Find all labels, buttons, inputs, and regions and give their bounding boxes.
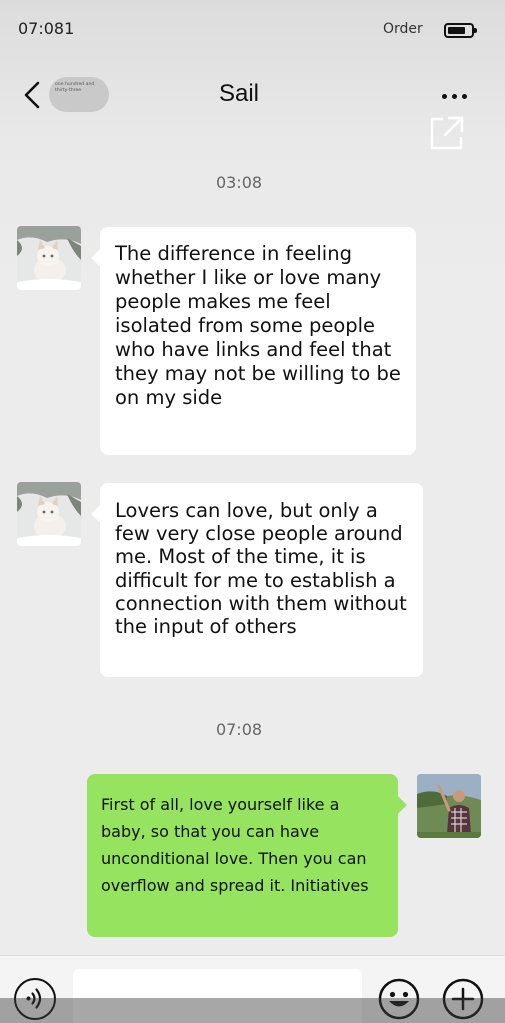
home-indicator-area [0,998,505,1023]
more-button[interactable] [436,86,476,106]
status-carrier: Order [383,21,423,37]
message-text: Lovers can love, but only a few very clo… [115,499,407,639]
battery-icon [444,23,477,38]
cat-avatar[interactable] [17,482,81,546]
outgoing-message-bubble[interactable]: First of all, love yourself like a baby,… [87,774,407,937]
message-text: The difference in feeling whether I like… [115,242,401,409]
more-dots-icon [442,94,447,99]
status-time: 07:081 [18,19,75,38]
incoming-message-bubble[interactable]: The difference in feeling whether I like… [91,227,416,455]
cat-avatar[interactable] [17,226,81,290]
status-bar: 07:081 Order [0,0,505,60]
incoming-message-bubble[interactable]: Lovers can love, but only a few very clo… [91,483,423,677]
chat-title: Sail [218,80,260,107]
message-timestamp: 07:08 [215,720,263,739]
message-text: First of all, love yourself like a baby,… [101,795,369,895]
chat-header: one hundred and thirty-three Sail [0,60,505,160]
message-timestamp: 03:08 [215,173,263,192]
user-avatar[interactable] [417,774,481,838]
share-button[interactable] [428,114,466,152]
share-out-icon [430,116,464,150]
